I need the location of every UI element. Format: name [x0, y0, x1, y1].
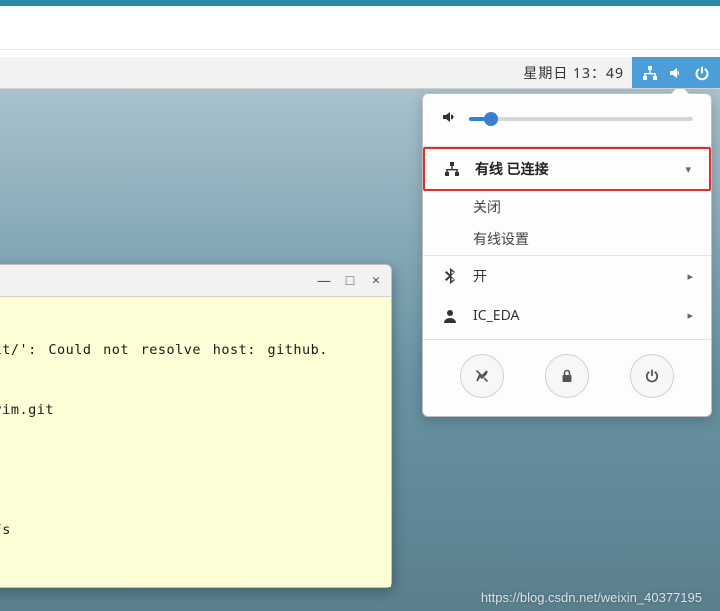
- chevron-down-icon: ▾: [685, 162, 691, 177]
- network-menu-item[interactable]: 有线 已连接 ▾: [425, 149, 709, 189]
- action-buttons-row: [423, 339, 711, 404]
- volume-slider[interactable]: [469, 117, 693, 121]
- watermark: https://blog.csdn.net/weixin_40377195: [481, 590, 702, 605]
- volume-icon: [668, 65, 684, 81]
- volume-low-icon: [441, 108, 457, 130]
- chevron-right-icon: ▸: [687, 269, 693, 284]
- minimize-button[interactable]: —: [317, 274, 331, 288]
- wired-network-icon: [443, 161, 461, 177]
- network-label: 有线 已连接: [475, 159, 671, 179]
- lock-button[interactable]: [545, 354, 589, 398]
- menu-pointer: [671, 89, 689, 94]
- network-settings[interactable]: 有线设置: [423, 223, 711, 256]
- bluetooth-label: 开: [473, 266, 673, 286]
- network-turn-off[interactable]: 关闭: [423, 191, 711, 223]
- desktop: — □ × git/': Could not resolve host: git…: [0, 89, 720, 611]
- user-icon: [441, 308, 459, 324]
- network-icon: [642, 65, 658, 81]
- maximize-button[interactable]: □: [343, 274, 357, 288]
- browser-chrome-top: [0, 0, 720, 50]
- user-menu-item[interactable]: IC_EDA ▸: [423, 296, 711, 335]
- clock[interactable]: 星期日 13：49: [523, 63, 624, 83]
- bluetooth-menu-item[interactable]: 开 ▸: [423, 256, 711, 296]
- volume-row: [423, 94, 711, 147]
- settings-button[interactable]: [460, 354, 504, 398]
- slider-thumb[interactable]: [484, 112, 498, 126]
- close-button[interactable]: ×: [369, 274, 383, 288]
- power-button[interactable]: [630, 354, 674, 398]
- user-label: IC_EDA: [473, 306, 673, 325]
- terminal-titlebar[interactable]: — □ ×: [0, 265, 391, 297]
- power-icon: [694, 65, 710, 81]
- system-menu: 有线 已连接 ▾ 关闭 有线设置 开 ▸ IC_EDA ▸: [422, 93, 712, 417]
- terminal-body[interactable]: git/': Could not resolve host: github. /…: [0, 297, 391, 587]
- gnome-top-bar: 星期日 13：49: [0, 57, 720, 89]
- bluetooth-icon: [441, 268, 459, 284]
- chevron-right-icon: ▸: [687, 308, 693, 323]
- highlight-annotation: 有线 已连接 ▾: [423, 147, 711, 191]
- system-tray[interactable]: [632, 57, 720, 88]
- terminal-window: — □ × git/': Could not resolve host: git…: [0, 264, 392, 588]
